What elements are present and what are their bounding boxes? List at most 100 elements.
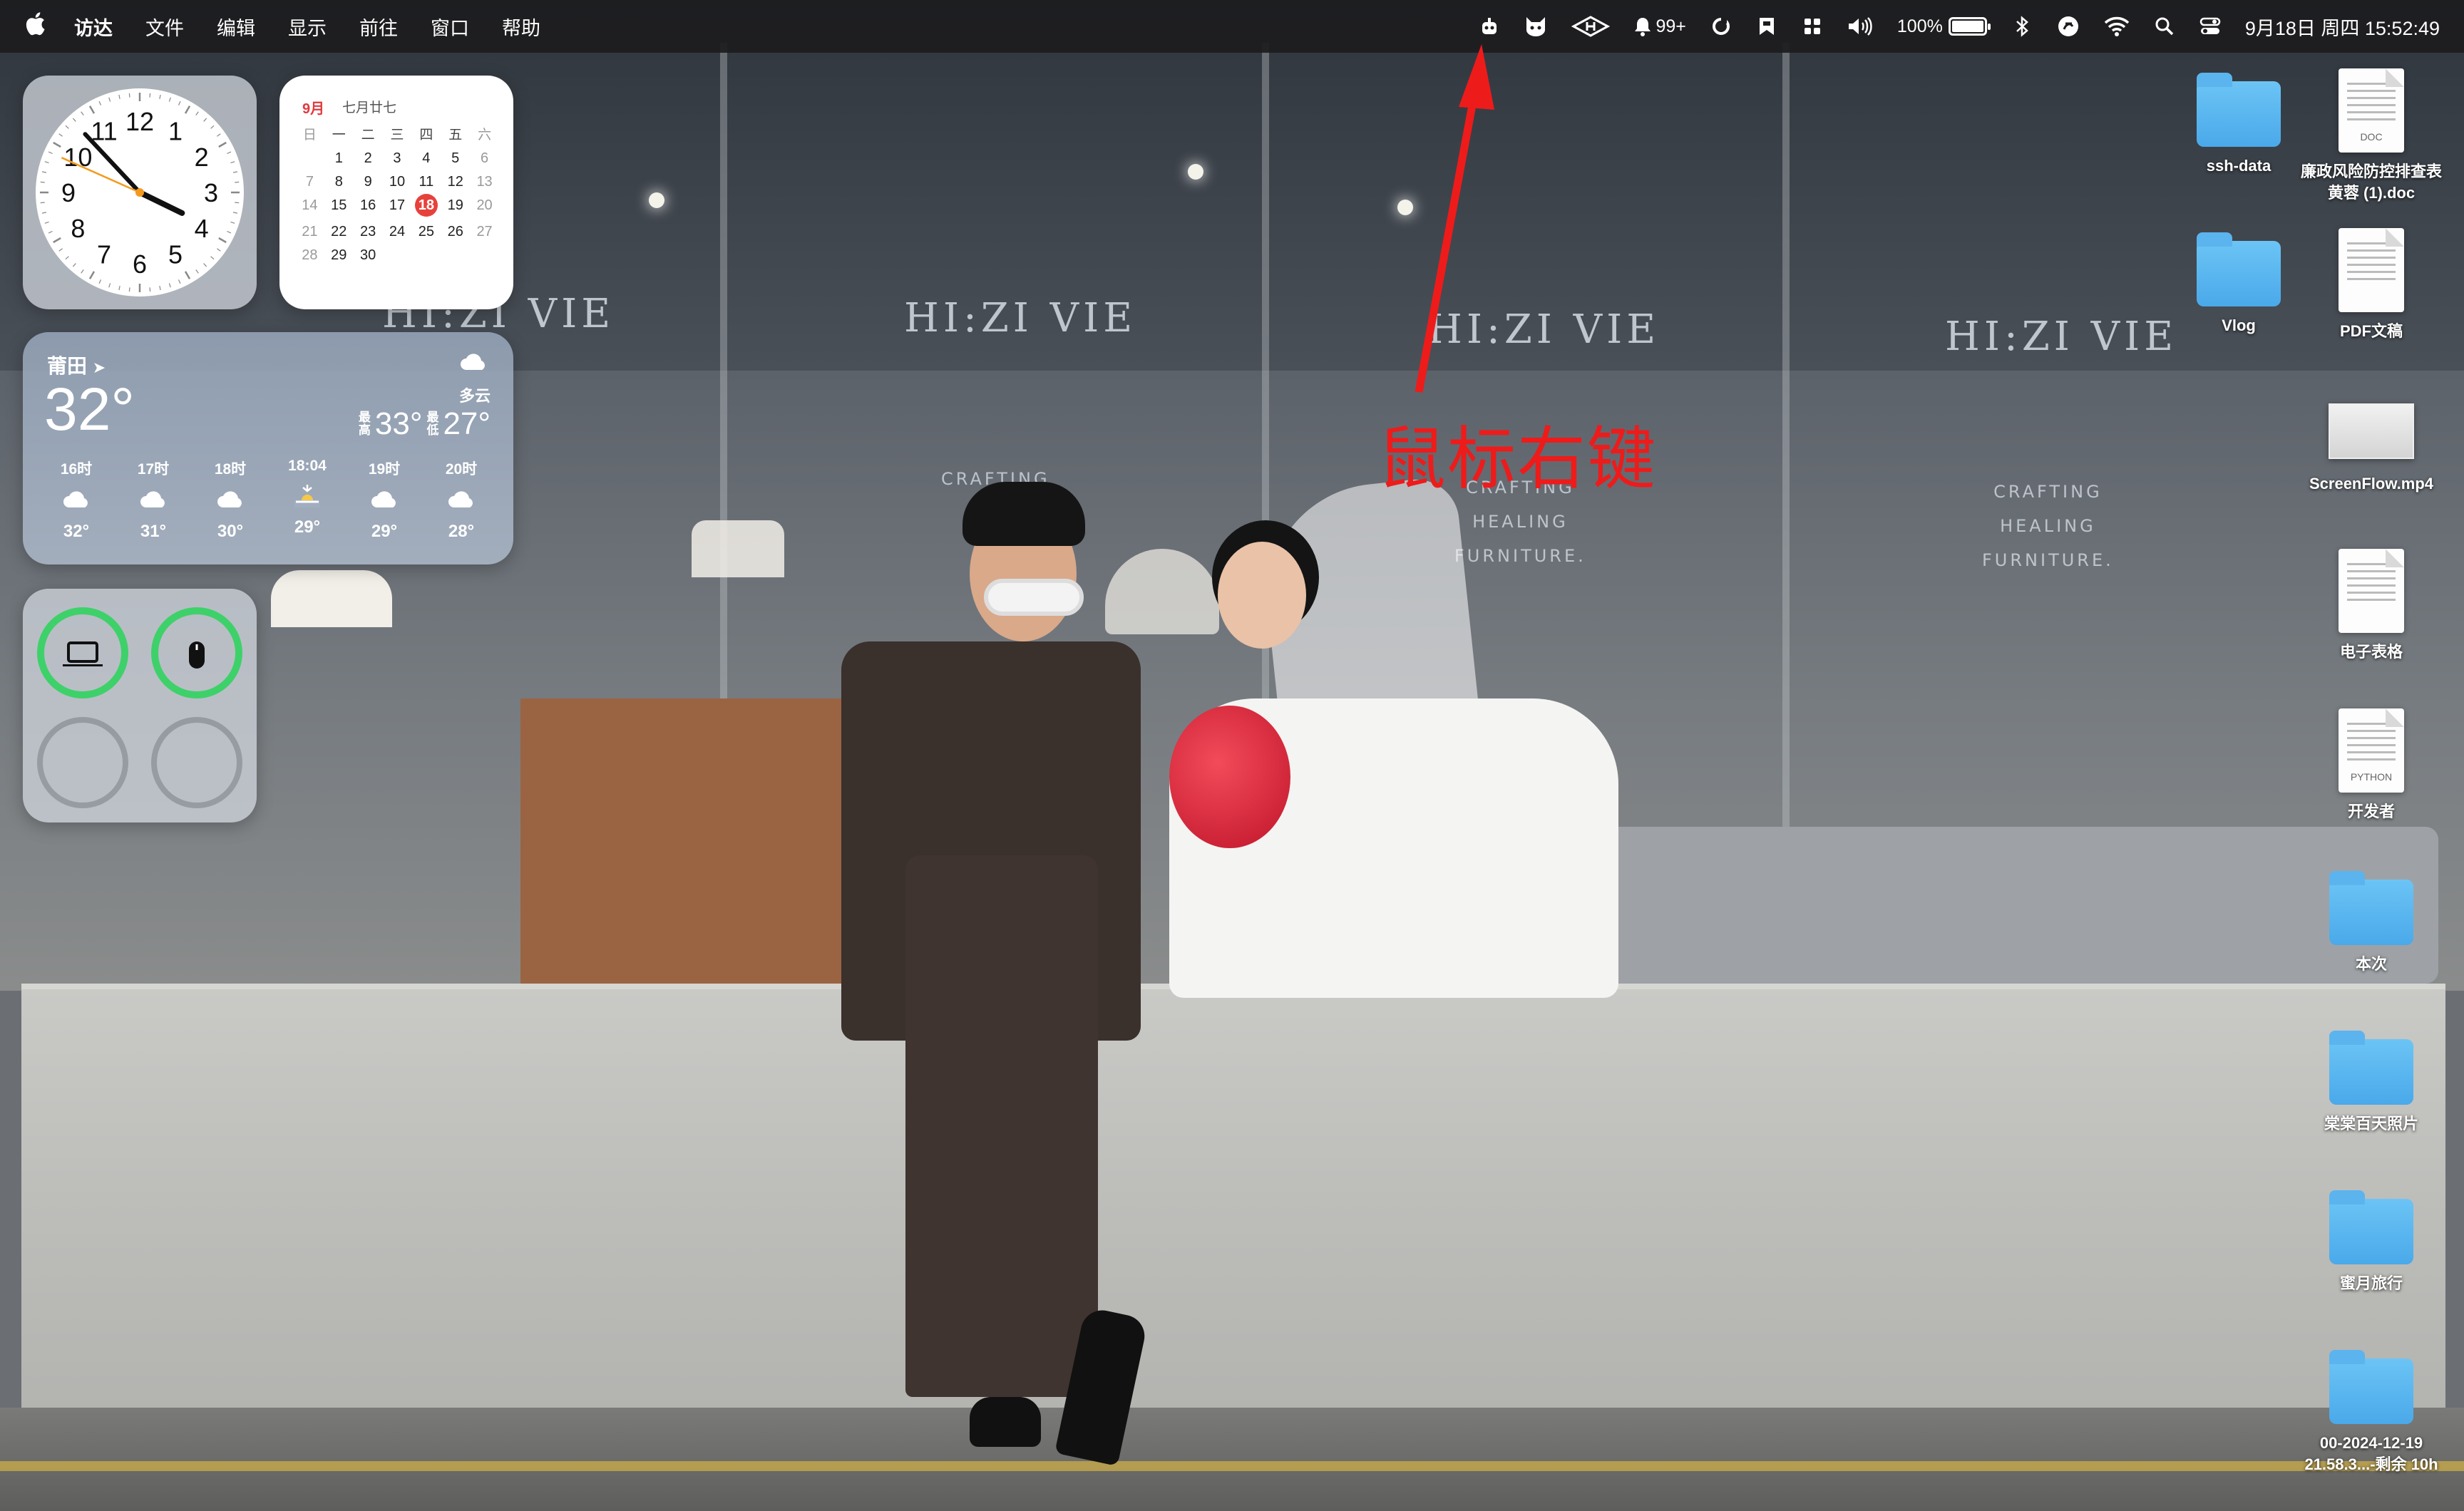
- clock-tick: [178, 279, 181, 284]
- menu-edit[interactable]: 编辑: [217, 13, 255, 41]
- weather-low: 27°: [443, 406, 491, 441]
- battery-ring-empty: [37, 717, 128, 808]
- weather-hour: 20时 28°: [429, 458, 493, 542]
- clock-number: 4: [195, 214, 209, 243]
- weather-hour-time: 18:04: [288, 458, 327, 474]
- calendar-day: 13: [476, 174, 493, 190]
- clock-widget[interactable]: 12 1 2 3 4 5 6 7 8 9 10 11: [23, 76, 257, 309]
- batteries-widget[interactable]: [23, 589, 257, 822]
- cloud-icon: [429, 488, 493, 515]
- menubar-clock[interactable]: 9月18日 周四 15:52:49: [2245, 12, 2440, 41]
- desktop-icon-folder[interactable]: 本次: [2300, 870, 2443, 975]
- weather-hour: 18时 30°: [198, 458, 262, 542]
- desktop-icon-folder[interactable]: 棠棠百天照片: [2300, 1029, 2443, 1135]
- control-center-icon[interactable]: [2199, 12, 2221, 41]
- desktop-icon-doc[interactable]: DOC 廉政风险防控排查表黄蓉 (1).doc: [2300, 68, 2443, 204]
- document-icon: DOC: [2339, 68, 2404, 153]
- desktop-icon-doc[interactable]: 电子表格: [2300, 549, 2443, 663]
- clock-tick: [195, 269, 199, 274]
- weather-hour-temp: 31°: [140, 522, 167, 541]
- clock-tick: [210, 256, 215, 260]
- weather-hour: 17时 31°: [121, 458, 185, 542]
- wallpaper-lamp: [271, 570, 392, 627]
- calendar-day: 7: [305, 174, 314, 190]
- calendar-day: 28: [302, 247, 318, 263]
- battery-icon: [1948, 17, 1991, 36]
- menu-help[interactable]: 帮助: [502, 13, 540, 41]
- spotlight-search-icon[interactable]: [2154, 12, 2175, 41]
- clock-tick: [235, 202, 240, 204]
- desktop-icon-folder[interactable]: 蜜月旅行: [2300, 1189, 2443, 1294]
- wallpaper-sign: HI:ZI VIE: [1945, 314, 2178, 360]
- desktop-icon-label: 蜜月旅行: [2339, 1274, 2403, 1292]
- battery-status[interactable]: 100%: [1896, 12, 1991, 41]
- bookmark-grid-icon[interactable]: [1756, 12, 1777, 41]
- desktop-icon-video[interactable]: ScreenFlow.mp4: [2300, 389, 2443, 495]
- weather-hour-temp: 29°: [294, 517, 321, 537]
- clock-tick: [218, 237, 227, 244]
- desktop-icon-label: ssh-data: [2206, 157, 2272, 175]
- weather-high-label: 最高: [358, 411, 371, 437]
- clock-center-dot: [135, 188, 144, 197]
- clock-tick: [88, 105, 96, 114]
- menu-go[interactable]: 前往: [359, 13, 398, 41]
- clock-tick: [227, 230, 232, 234]
- calendar-weekday: 六: [478, 128, 492, 143]
- clock-number: 5: [168, 240, 183, 269]
- robot-app-icon[interactable]: [1479, 12, 1500, 41]
- groom-shoe: [970, 1397, 1041, 1447]
- menu-window[interactable]: 窗口: [431, 13, 469, 41]
- clock-number: 7: [97, 240, 111, 269]
- cloud-icon: [352, 488, 416, 515]
- folder-icon: [2197, 232, 2281, 306]
- weather-hourly-forecast: 16时 32° 17时 31° 18时 30° 18:04 29° 19时 29° 20时 28°: [44, 458, 493, 542]
- wallpaper-concrete-wall: [21, 984, 2445, 1411]
- desktop-icon-doc[interactable]: PDF文稿: [2300, 228, 2443, 342]
- menu-finder[interactable]: 访达: [74, 13, 113, 41]
- clock-tick: [41, 212, 47, 214]
- clock-tick: [44, 161, 49, 164]
- clock-tick: [118, 94, 120, 100]
- cloud-icon: [198, 488, 262, 515]
- desktop-icon-doc[interactable]: PYTHON 开发者: [2300, 708, 2443, 822]
- clock-number: 1: [168, 116, 183, 145]
- clock-tick: [184, 271, 191, 279]
- clock-number: 6: [133, 249, 147, 279]
- wifi-icon[interactable]: [2104, 12, 2130, 41]
- weather-hour-time: 16时: [60, 461, 93, 478]
- cat-app-icon[interactable]: [1524, 12, 1547, 41]
- calendar-weekday: 一: [332, 128, 346, 143]
- clock-tick: [178, 100, 181, 105]
- weather-current-temp: 32°: [44, 376, 135, 443]
- calendar-day: 29: [331, 247, 347, 263]
- battery-percent: 100%: [1896, 16, 1943, 36]
- music-app-icon[interactable]: [2057, 12, 2080, 41]
- clock-tick: [195, 111, 199, 115]
- desktop-icon-folder[interactable]: ssh-data: [2167, 71, 2310, 177]
- desktop-icon-folder[interactable]: 00-2024-12-19 21.58.3...-剩余 10h: [2300, 1348, 2443, 1475]
- volume-icon[interactable]: [1847, 12, 1873, 41]
- desktop-icon-label: 棠棠百天照片: [2324, 1115, 2418, 1133]
- clock-tick: [118, 285, 120, 291]
- clock-tick: [98, 279, 102, 284]
- weather-hour-time: 17时: [137, 461, 170, 478]
- clock-tick: [217, 133, 221, 137]
- bluetooth-icon[interactable]: [2011, 12, 2033, 41]
- clock-tick: [81, 111, 84, 115]
- desktop-icon-folder[interactable]: Vlog: [2167, 231, 2310, 336]
- weather-widget[interactable]: 莆田 ➤ 32° 多云 最高 33° 最低 27° 16时 32° 17时 31° 18…: [23, 332, 513, 564]
- clock-tick: [203, 118, 207, 122]
- notification-bell-icon[interactable]: 99+: [1634, 12, 1686, 41]
- calendar-day: 30: [360, 247, 376, 263]
- wallpaper-road-line: [0, 1461, 2464, 1471]
- clock-number: 2: [195, 143, 209, 172]
- calendar-widget[interactable]: 9月 七月廿七 日一二三四五六 1 2 3 4 5 6 7 8 9 10 11 12 13 14 15 16 17…: [279, 76, 513, 309]
- widgets-grid-icon[interactable]: [1802, 12, 1823, 41]
- clock-tick: [230, 161, 235, 164]
- sync-circle-icon[interactable]: [1710, 12, 1732, 41]
- apple-menu-icon[interactable]: [24, 11, 46, 42]
- diamond-app-icon[interactable]: [1571, 12, 1611, 41]
- menu-view[interactable]: 显示: [288, 13, 327, 41]
- weather-hour-time: 19时: [368, 461, 401, 478]
- menu-file[interactable]: 文件: [145, 13, 184, 41]
